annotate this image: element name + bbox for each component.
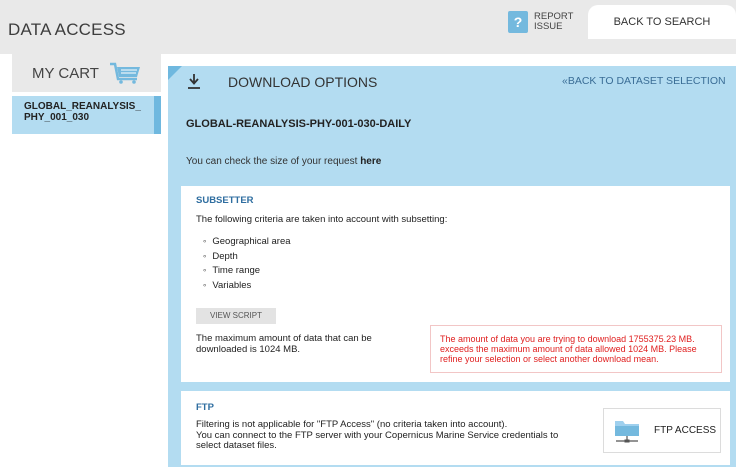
view-script-button[interactable]: VIEW SCRIPT xyxy=(196,308,276,324)
criteria-list: Geographical area Depth Time range Varia… xyxy=(203,236,291,295)
size-check-text: You can check the size of your request h… xyxy=(186,156,381,167)
cart-item-dataset[interactable]: GLOBAL_REANALYSIS_ PHY_001_030 xyxy=(12,96,161,134)
download-options-title: DOWNLOAD OPTIONS xyxy=(228,74,378,90)
network-folder-icon xyxy=(615,420,639,442)
size-check-label: You can check the size of your request xyxy=(186,156,361,167)
ftp-description-line2: You can connect to the FTP server with y… xyxy=(196,429,559,451)
subsetter-title: SUBSETTER xyxy=(196,195,254,206)
list-item: Variables xyxy=(203,280,291,295)
question-icon: ? xyxy=(508,11,528,33)
ftp-section: FTP Filtering is not applicable for "FTP… xyxy=(181,391,730,465)
cart-title: MY CART xyxy=(32,64,99,82)
panel-corner-marker xyxy=(168,66,182,80)
size-warning-message: The amount of data you are trying to dow… xyxy=(430,325,722,373)
ftp-description: Filtering is not applicable for "FTP Acc… xyxy=(196,419,576,452)
subsetter-section: SUBSETTER The following criteria are tak… xyxy=(181,186,730,382)
list-item: Time range xyxy=(203,265,291,280)
ftp-access-label: FTP ACCESS xyxy=(654,425,717,436)
dataset-name: GLOBAL-REANALYSIS-PHY-001-030-DAILY xyxy=(186,118,412,130)
ftp-title: FTP xyxy=(196,402,214,413)
ftp-description-line1: Filtering is not applicable for "FTP Acc… xyxy=(196,419,508,430)
subsetter-intro: The following criteria are taken into ac… xyxy=(196,214,448,225)
ftp-access-button[interactable]: FTP ACCESS xyxy=(603,408,721,453)
list-item: Depth xyxy=(203,251,291,266)
back-to-dataset-selection-link[interactable]: «BACK TO DATASET SELECTION xyxy=(562,75,726,87)
size-check-link[interactable]: here xyxy=(360,156,381,167)
download-icon xyxy=(188,74,200,89)
cart-header: MY CART xyxy=(12,54,161,92)
max-amount-text: The maximum amount of data that can be d… xyxy=(196,333,372,355)
report-issue-label: REPORT ISSUE xyxy=(534,11,574,32)
page-title: DATA ACCESS xyxy=(8,20,126,39)
back-to-search-tab[interactable]: BACK TO SEARCH xyxy=(588,5,736,39)
report-issue-button[interactable]: ? REPORT ISSUE xyxy=(508,11,574,33)
list-item: Geographical area xyxy=(203,236,290,251)
shopping-cart-icon xyxy=(109,62,140,84)
